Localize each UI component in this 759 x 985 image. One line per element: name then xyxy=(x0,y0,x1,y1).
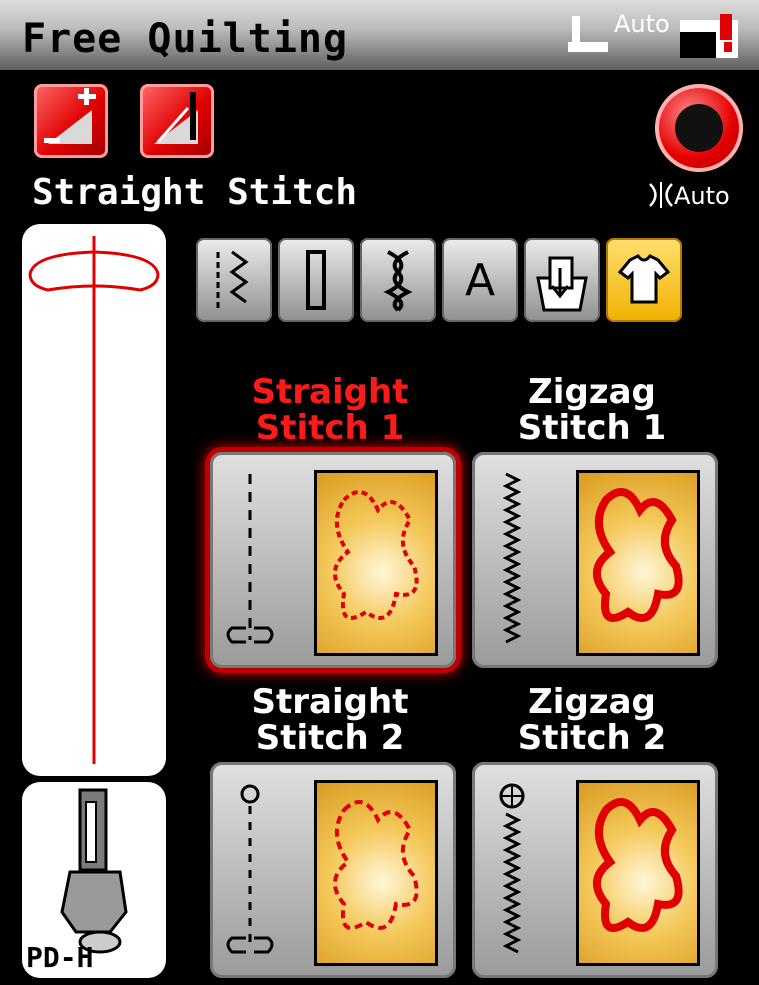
utility-stitch-icon xyxy=(216,250,249,308)
tab-decorative-stitches[interactable] xyxy=(360,238,436,322)
tab-buttonholes[interactable] xyxy=(278,238,354,322)
return-arrow-icon xyxy=(675,104,723,152)
stitch-card-zigzag-2[interactable] xyxy=(472,762,718,978)
tab-letters[interactable]: A xyxy=(442,238,518,322)
stitch-settings-button[interactable] xyxy=(34,84,108,158)
tab-quilting[interactable] xyxy=(606,238,682,322)
auto-foot-pressure-label: Auto xyxy=(614,10,670,38)
stitch-card-straight-2[interactable] xyxy=(210,762,456,978)
memory-folder-icon xyxy=(536,256,588,312)
needle-position-button[interactable] xyxy=(140,84,214,158)
presser-foot-icon xyxy=(568,16,608,52)
zigzag-stitch-icon xyxy=(502,472,522,644)
flower-stitch-pattern-icon xyxy=(333,490,419,620)
tab-memory[interactable] xyxy=(524,238,600,322)
stitch-preview-panel xyxy=(22,224,166,776)
letter-a-icon: A xyxy=(464,254,496,306)
back-button[interactable] xyxy=(655,84,743,172)
stitch-card-straight-1[interactable] xyxy=(210,452,456,668)
presser-foot-panel: PD-H xyxy=(22,782,166,978)
stitch-label-straight-1: Straight Stitch 1 xyxy=(251,372,409,448)
presser-foot-label: PD-H xyxy=(26,941,94,974)
buttonhole-icon xyxy=(306,250,326,310)
stitch-card-zigzag-1[interactable] xyxy=(472,452,718,668)
stitch-label-straight-2: Straight Stitch 2 xyxy=(251,682,409,758)
title-bar: Free Quilting Auto xyxy=(0,0,759,76)
tab-utility-stitches[interactable] xyxy=(196,238,272,322)
page-title: Free Quilting xyxy=(22,16,349,62)
thread-tension-icon xyxy=(649,182,673,208)
needle-icon xyxy=(154,92,198,144)
flower-stitch-pattern-icon xyxy=(593,488,683,622)
auto-tension-label: Auto xyxy=(674,182,730,210)
zigzag-stitch-icon xyxy=(499,783,525,954)
flower-stitch-pattern-icon xyxy=(333,800,419,930)
stitch-label-zigzag-2: Zigzag Stitch 2 xyxy=(517,682,667,758)
stitch-preview-graphic xyxy=(28,236,160,764)
shirt-icon xyxy=(617,254,671,304)
straight-stitch-icon xyxy=(226,474,274,644)
decorative-stitch-icon xyxy=(383,250,413,312)
width-adjust-icon xyxy=(44,88,96,144)
straight-stitch-icon xyxy=(226,784,274,954)
sewing-machine-icon[interactable] xyxy=(678,12,740,60)
stitch-label-zigzag-1: Zigzag Stitch 1 xyxy=(517,372,667,448)
selected-stitch-name: Straight Stitch xyxy=(32,172,358,213)
flower-stitch-pattern-icon xyxy=(593,798,683,932)
